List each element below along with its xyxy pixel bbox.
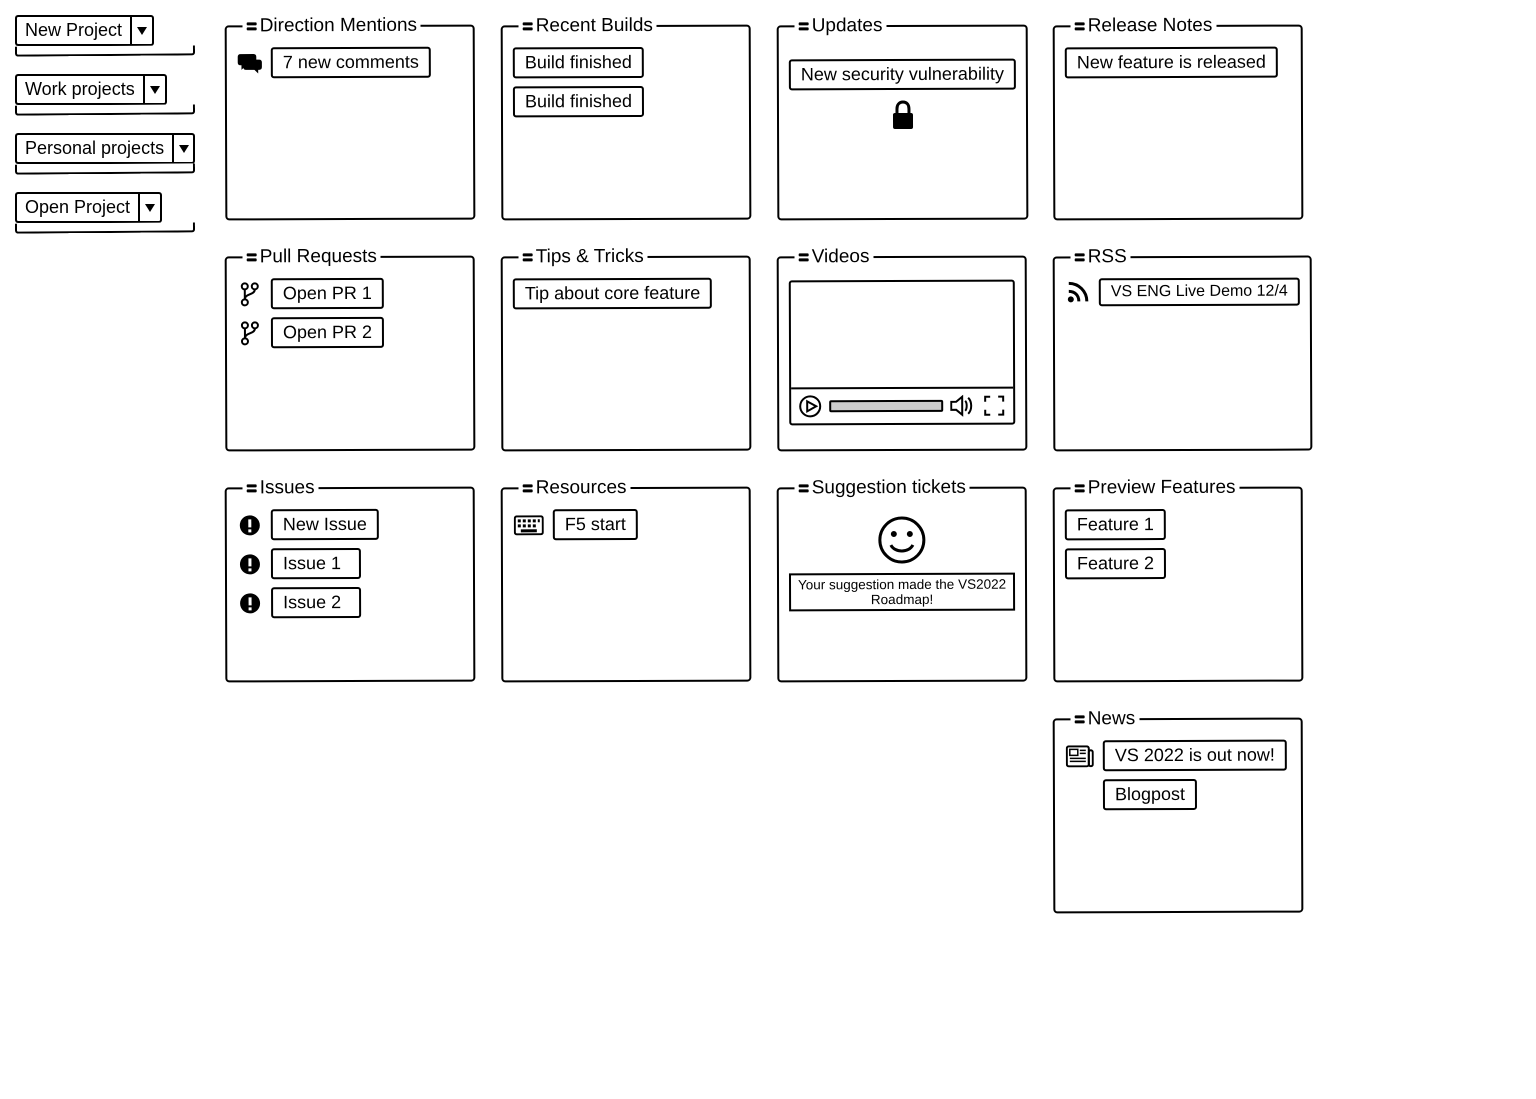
alert-icon: [237, 590, 263, 616]
dashboard: Direction Mentions 7 new comments Recent…: [225, 15, 1521, 913]
item-label: Build finished: [513, 86, 644, 117]
work-projects-combo[interactable]: Work projects: [15, 74, 195, 115]
volume-icon[interactable]: [949, 393, 975, 419]
item-label: Open PR 2: [271, 317, 384, 348]
videos-card: Videos: [777, 246, 1028, 452]
card-title: Videos: [795, 246, 874, 268]
play-icon[interactable]: [797, 393, 823, 419]
item-label: New feature is released: [1065, 47, 1278, 79]
rss-card: RSS VS ENG Live Demo 12/4: [1053, 246, 1313, 452]
card-title: Tips & Tricks: [519, 246, 648, 268]
item-label: Feature 2: [1065, 548, 1166, 579]
direction-mentions-card: Direction Mentions 7 new comments: [225, 15, 476, 221]
item-label: F5 start: [553, 509, 638, 540]
pull-requests-card: Pull Requests Open PR 1 Open PR 2: [225, 246, 476, 452]
recent-builds-card: Recent Builds Build finished Build finis…: [501, 15, 752, 221]
card-title: Direction Mentions: [243, 15, 421, 38]
suggestion-tickets-card: Suggestion tickets Your suggestion made …: [777, 477, 1028, 683]
release-notes-card: Release Notes New feature is released: [1053, 15, 1304, 221]
fullscreen-icon[interactable]: [981, 393, 1007, 419]
list-item[interactable]: Feature 2: [1065, 548, 1291, 580]
item-label: New Issue: [271, 509, 379, 540]
chevron-down-icon[interactable]: [138, 192, 162, 223]
list-item[interactable]: Build finished: [513, 86, 739, 118]
newspaper-icon: [1065, 743, 1095, 769]
list-item[interactable]: Feature 1: [1065, 509, 1291, 541]
combo-stack: [15, 163, 195, 174]
chevron-down-icon[interactable]: [130, 15, 154, 46]
alert-icon: [237, 512, 263, 538]
combo-label: Personal projects: [15, 133, 172, 164]
personal-projects-combo[interactable]: Personal projects: [15, 133, 195, 174]
smile-icon: [877, 515, 927, 565]
card-title: Release Notes: [1071, 15, 1217, 38]
combo-label: Work projects: [15, 74, 143, 105]
news-card: News VS 2022 is out now! Blogpost: [1053, 708, 1304, 914]
combo-stack: [15, 45, 195, 56]
item-label: 7 new comments: [271, 47, 431, 79]
list-item[interactable]: VS 2022 is out now!: [1065, 740, 1291, 772]
preview-features-card: Preview Features Feature 1 Feature 2: [1053, 477, 1304, 683]
list-item[interactable]: VS ENG Live Demo 12/4: [1065, 278, 1300, 307]
card-title: Suggestion tickets: [795, 477, 970, 500]
item-label: VS ENG Live Demo 12/4: [1099, 278, 1300, 307]
list-item[interactable]: New feature is released: [1065, 47, 1291, 79]
item-label: Blogpost: [1103, 779, 1197, 810]
card-title: Recent Builds: [519, 15, 657, 37]
list-item[interactable]: F5 start: [513, 509, 739, 541]
list-item[interactable]: New Issue: [237, 509, 463, 541]
list-item[interactable]: Build finished: [513, 47, 739, 79]
item-label: Issue 1: [271, 548, 361, 579]
updates-card: Updates New security vulnerability: [777, 15, 1029, 221]
alert-icon: [237, 551, 263, 577]
git-branch-icon: [237, 281, 263, 307]
item-label: Feature 1: [1065, 509, 1166, 540]
tips-tricks-card: Tips & Tricks Tip about core feature: [501, 246, 752, 452]
combo-stack: [15, 104, 195, 115]
item-label: Open PR 1: [271, 278, 384, 309]
combo-stack: [15, 222, 195, 233]
list-item[interactable]: 7 new comments: [237, 47, 463, 79]
comments-icon: [237, 50, 263, 76]
list-item[interactable]: Blogpost: [1103, 779, 1291, 811]
card-title: Updates: [795, 15, 887, 37]
combo-label: New Project: [15, 15, 130, 46]
video-player[interactable]: [789, 280, 1016, 426]
card-title: Preview Features: [1071, 477, 1240, 500]
open-project-combo[interactable]: Open Project: [15, 192, 195, 233]
list-item[interactable]: Open PR 2: [237, 317, 463, 349]
list-item[interactable]: Open PR 1: [237, 278, 463, 310]
chevron-down-icon[interactable]: [143, 74, 167, 105]
card-title: Issues: [243, 477, 319, 499]
card-title: News: [1071, 708, 1140, 730]
new-project-combo[interactable]: New Project: [15, 15, 195, 56]
suggestion-banner[interactable]: Your suggestion made the VS2022 Roadmap!: [789, 573, 1015, 612]
item-label: Build finished: [513, 47, 644, 78]
card-title: Pull Requests: [243, 246, 381, 268]
item-label: VS 2022 is out now!: [1103, 740, 1287, 772]
git-branch-icon: [237, 320, 263, 346]
issues-card: Issues New Issue Issue 1: [225, 477, 476, 683]
resources-card: Resources F5 start: [501, 477, 752, 683]
list-item[interactable]: New security vulnerability: [789, 59, 1016, 91]
item-label: Tip about core feature: [513, 278, 713, 310]
lock-icon: [885, 98, 919, 132]
keyboard-icon: [513, 512, 545, 538]
progress-bar[interactable]: [829, 400, 943, 412]
combo-label: Open Project: [15, 192, 138, 223]
rss-icon: [1065, 279, 1091, 305]
card-title: RSS: [1071, 246, 1131, 268]
video-screen: [791, 282, 1013, 388]
chevron-down-icon[interactable]: [172, 133, 195, 164]
list-item[interactable]: Issue 2: [237, 587, 463, 619]
list-item[interactable]: Tip about core feature: [513, 278, 739, 310]
card-title: Resources: [519, 477, 631, 499]
item-label: Issue 2: [271, 587, 361, 618]
item-label: New security vulnerability: [789, 59, 1016, 91]
sidebar: New Project Work projects: [15, 15, 195, 913]
list-item[interactable]: Issue 1: [237, 548, 463, 580]
